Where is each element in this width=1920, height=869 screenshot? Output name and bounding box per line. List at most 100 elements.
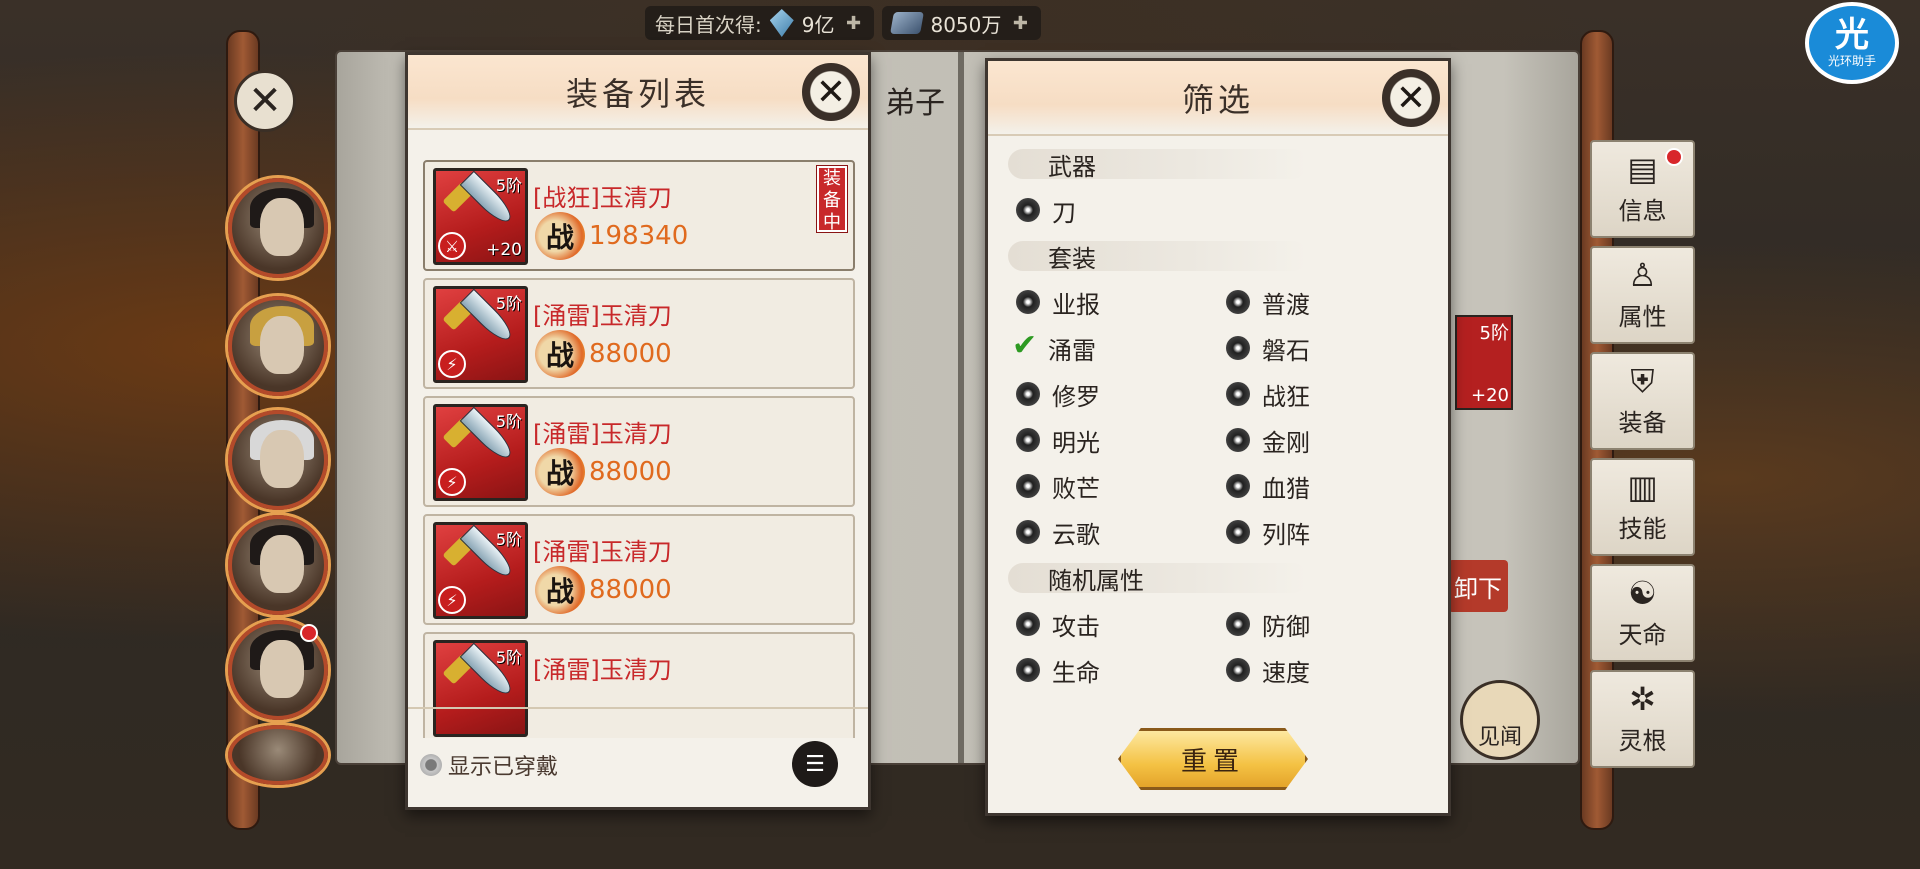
filter-option[interactable]: 刀 (1008, 193, 1218, 228)
option-row: 刀 (1008, 187, 1428, 233)
equipment-power: 战 88000 (535, 566, 672, 614)
armor-icon: ⛨ (1630, 361, 1655, 400)
disciple-avatar[interactable] (228, 515, 328, 615)
ore-resource: 8050万 ✚ (882, 6, 1042, 40)
equipment-item[interactable]: 5阶 +20 ⚔ [战狂]玉清刀 战 198340 装备中 (423, 160, 855, 271)
close-filter-button[interactable]: ✕ (1382, 69, 1440, 127)
filter-body: 武器 刀 套装 业报 普渡 ✔ 涌雷 磐石 修罗 战狂 明光 金刚 败芒 血猎 云… (1008, 141, 1428, 693)
filter-option[interactable]: 防御 (1218, 607, 1428, 642)
power-icon: 战 (535, 330, 585, 378)
option-row: 生命 速度 (1008, 647, 1428, 693)
filter-option[interactable]: 修罗 (1008, 377, 1218, 412)
equipment-power: 战 198340 (535, 212, 688, 260)
sword-badge-icon: ⚔ (438, 232, 466, 260)
close-icon: ✕ (815, 71, 847, 113)
equipment-name: [涌雷]玉清刀 (533, 656, 672, 684)
filter-option[interactable]: 血猎 (1218, 469, 1428, 504)
sort-list-button[interactable]: ☰ (792, 741, 838, 787)
filter-option[interactable]: 磐石 (1218, 331, 1428, 366)
tab-info[interactable]: ▤ 信息 (1590, 140, 1695, 238)
equipment-item[interactable]: 5阶 ⚡ [涌雷]玉清刀 战 88000 (423, 396, 855, 507)
tab-fate[interactable]: ☯ 天命 (1590, 564, 1695, 662)
blade-icon: 5阶 ⚡ (433, 522, 528, 619)
app-badge-label: 光环助手 (1827, 53, 1876, 68)
filter-option[interactable]: 列阵 (1218, 515, 1428, 550)
tab-spirit-root[interactable]: ✲ 灵根 (1590, 670, 1695, 768)
radio-icon (420, 754, 442, 776)
show-worn-label: 显示已穿戴 (448, 755, 559, 780)
option-dot-icon (1016, 290, 1040, 314)
tab-label: 技能 (1618, 514, 1667, 543)
filter-option[interactable]: 速度 (1218, 653, 1428, 688)
blade-icon: 5阶 ⚡ (433, 286, 528, 383)
equipment-list-panel: 装备列表 ✕ 5阶 +20 ⚔ [战狂]玉清刀 战 198340 装备中 5阶 … (405, 52, 871, 810)
option-row: 云歌 列阵 (1008, 509, 1428, 555)
option-dot-icon (1226, 612, 1250, 636)
filter-option[interactable]: 金刚 (1218, 423, 1428, 458)
add-gem-icon[interactable]: ✚ (842, 12, 864, 34)
filter-option[interactable]: 战狂 (1218, 377, 1428, 412)
ore-icon (890, 12, 925, 34)
gem-amount: 9亿 (801, 12, 835, 37)
equipment-item[interactable]: 5阶 ⚡ [涌雷]玉清刀 战 88000 (423, 514, 855, 625)
unequip-button[interactable]: 卸下 (1448, 560, 1508, 612)
section-weapon: 武器 (1008, 141, 1428, 187)
tab-label: 信息 (1618, 196, 1667, 225)
filter-option[interactable]: 败芒 (1008, 469, 1218, 504)
disciple-avatar[interactable] (228, 620, 328, 720)
disciple-avatar[interactable] (228, 178, 328, 278)
lightning-badge-icon: ⚡ (438, 350, 466, 378)
equipment-level: 5阶 (495, 176, 522, 195)
blade-icon: 5阶 +20 ⚔ (433, 168, 528, 265)
filter-option-checked[interactable]: ✔ 涌雷 (1008, 331, 1218, 366)
disciple-avatar[interactable] (228, 410, 328, 510)
slot-level: 5阶 (1479, 323, 1509, 344)
equipment-power: 战 88000 (535, 330, 672, 378)
equipment-name: [涌雷]玉清刀 (533, 302, 672, 330)
tab-equipment[interactable]: ⛨ 装备 (1590, 352, 1695, 450)
disciple-avatar[interactable] (228, 725, 328, 785)
option-dot-icon (1016, 520, 1040, 544)
background-equipment-slot[interactable]: 5阶 +20 (1455, 315, 1513, 410)
close-equipment-list-button[interactable]: ✕ (802, 63, 860, 121)
power-value: 88000 (589, 575, 672, 605)
scroll-icon: ▥ (1627, 467, 1658, 506)
option-dot-icon (1226, 428, 1250, 452)
option-dot-icon (1226, 658, 1250, 682)
app-badge[interactable]: 光 光环助手 (1805, 2, 1899, 84)
disciple-avatar[interactable] (228, 296, 328, 396)
section-random-attribute: 随机属性 (1008, 555, 1428, 601)
panel-title: 筛选 (1181, 80, 1254, 119)
daily-first-label: 每日首次得: (655, 12, 762, 37)
panel-header: 筛选 ✕ (988, 61, 1448, 136)
tab-skills[interactable]: ▥ 技能 (1590, 458, 1695, 556)
side-tabs: ▤ 信息 ♙ 属性 ⛨ 装备 ▥ 技能 ☯ 天命 ✲ 灵根 (1590, 140, 1700, 776)
filter-option[interactable]: 攻击 (1008, 607, 1218, 642)
filter-option[interactable]: 业报 (1008, 285, 1218, 320)
filter-option[interactable]: 云歌 (1008, 515, 1218, 550)
option-dot-icon (1226, 474, 1250, 498)
filter-option[interactable]: 生命 (1008, 653, 1218, 688)
option-dot-icon (1016, 428, 1040, 452)
close-page-button[interactable]: ✕ (234, 70, 296, 132)
reset-button[interactable]: 重置 (1118, 728, 1308, 790)
filter-option[interactable]: 普渡 (1218, 285, 1428, 320)
power-icon: 战 (535, 448, 585, 496)
add-ore-icon[interactable]: ✚ (1009, 12, 1031, 34)
power-icon: 战 (535, 212, 585, 260)
equipment-name: [涌雷]玉清刀 (533, 538, 672, 566)
equipment-list[interactable]: 5阶 +20 ⚔ [战狂]玉清刀 战 198340 装备中 5阶 ⚡ [涌雷]玉… (423, 160, 855, 738)
option-dot-icon (1016, 474, 1040, 498)
equipment-name: [战狂]玉清刀 (533, 184, 672, 212)
panel-title: 装备列表 (565, 74, 710, 113)
jianwen-button[interactable]: 见闻 (1460, 680, 1540, 760)
equipment-item[interactable]: 5阶 ⚡ [涌雷]玉清刀 战 88000 (423, 278, 855, 389)
option-row: 明光 金刚 (1008, 417, 1428, 463)
option-row: 业报 普渡 (1008, 279, 1428, 325)
close-icon: ✕ (1395, 77, 1427, 119)
filter-option[interactable]: 明光 (1008, 423, 1218, 458)
show-worn-toggle[interactable]: 显示已穿戴 (420, 749, 558, 781)
section-set: 套装 (1008, 233, 1428, 279)
ore-amount: 8050万 (930, 12, 1002, 37)
tab-attributes[interactable]: ♙ 属性 (1590, 246, 1695, 344)
